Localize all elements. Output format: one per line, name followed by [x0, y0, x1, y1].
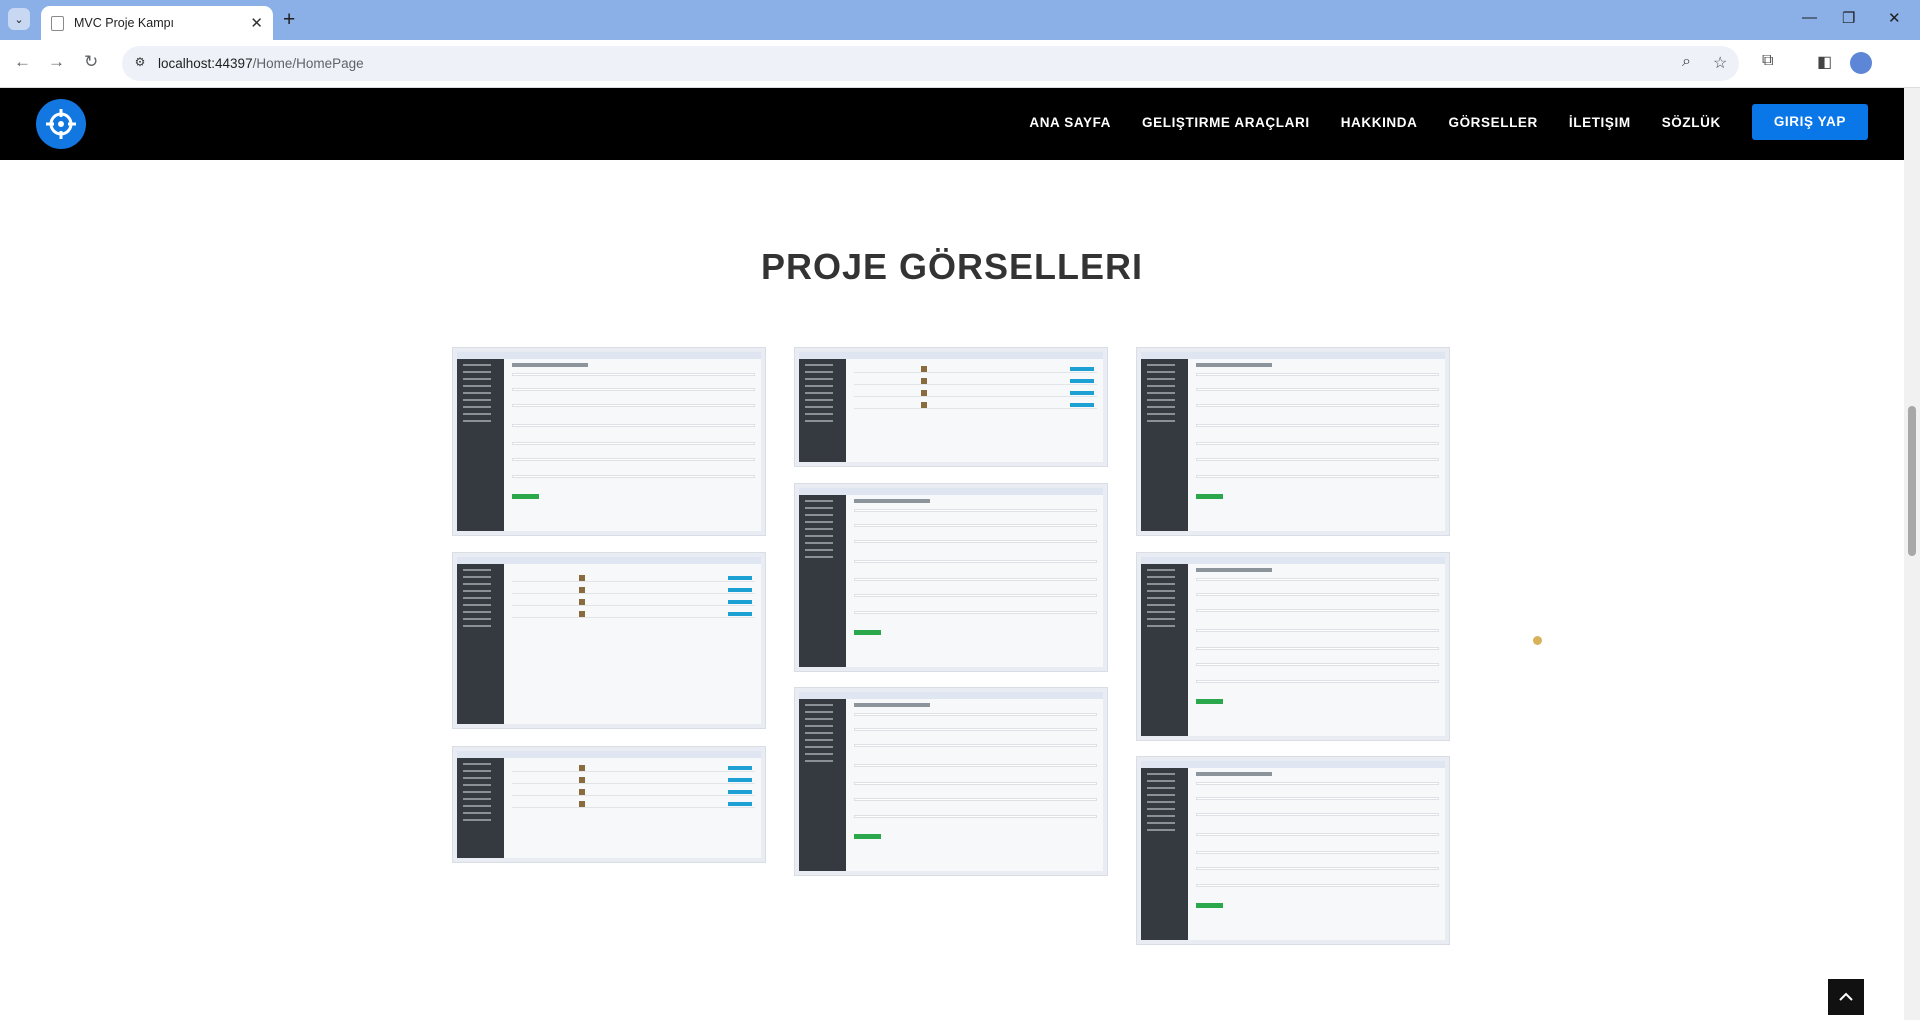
document-icon: [51, 15, 64, 31]
url-host: localhost:44397: [158, 56, 253, 71]
page-title: PROJE GÖRSELLERI: [760, 246, 1144, 287]
minimize-icon[interactable]: —: [1802, 9, 1817, 26]
arrow-up-icon[interactable]: [1828, 979, 1864, 1015]
nav-iletisim[interactable]: İLETIŞIM: [1569, 115, 1631, 130]
nav-gelistirme-araclari[interactable]: GELIŞTIRME ARAÇLARI: [1142, 115, 1310, 130]
gallery-image[interactable]: [1136, 756, 1450, 945]
site-info-icon[interactable]: ⚙: [132, 55, 148, 71]
page-viewport: ANA SAYFA GELIŞTIRME ARAÇLARI HAKKINDA G…: [0, 88, 1904, 1020]
url-field[interactable]: ⚙ localhost:44397/Home/HomePage ⌕ ☆: [122, 46, 1739, 81]
gallery-image[interactable]: [794, 687, 1108, 876]
zoom-icon[interactable]: ⌕: [1682, 53, 1691, 71]
forward-icon[interactable]: →: [48, 52, 65, 72]
extensions-icon[interactable]: ⧉: [1762, 52, 1773, 70]
scrollbar-thumb[interactable]: [1908, 406, 1916, 556]
address-bar: ← → ↻ ⚙ localhost:44397/Home/HomePage ⌕ …: [0, 40, 1920, 88]
gallery-image[interactable]: [794, 347, 1108, 467]
cursor-dot: [1533, 636, 1542, 645]
main-menu: ANA SAYFA GELIŞTIRME ARAÇLARI HAKKINDA G…: [1029, 104, 1868, 140]
chevron-down-icon[interactable]: ⌄: [8, 8, 30, 30]
url-text: localhost:44397/Home/HomePage: [158, 56, 364, 71]
restore-icon[interactable]: ❐: [1842, 9, 1855, 27]
close-icon[interactable]: ✕: [250, 14, 263, 32]
tab-title: MVC Proje Kampı: [74, 16, 175, 30]
url-path: /Home/HomePage: [252, 56, 364, 71]
nav-hakkinda[interactable]: HAKKINDA: [1341, 115, 1418, 130]
nav-ana-sayfa[interactable]: ANA SAYFA: [1029, 115, 1111, 130]
nav-gorseller[interactable]: GÖRSELLER: [1448, 115, 1537, 130]
login-button[interactable]: GIRIŞ YAP: [1751, 104, 1868, 140]
gallery-image[interactable]: [452, 347, 766, 536]
tab-strip: ⌄ MVC Proje Kampı ✕ + — ❐ ✕: [0, 0, 1920, 40]
scrollbar[interactable]: [1904, 88, 1920, 1020]
gallery-image[interactable]: [794, 483, 1108, 672]
avatar[interactable]: [1850, 52, 1872, 74]
close-icon[interactable]: ✕: [1888, 9, 1901, 27]
gallery-image[interactable]: [1136, 347, 1450, 536]
back-icon[interactable]: ←: [14, 52, 31, 72]
gallery-image[interactable]: [452, 746, 766, 863]
plus-icon[interactable]: +: [283, 7, 295, 33]
site-navbar: ANA SAYFA GELIŞTIRME ARAÇLARI HAKKINDA G…: [0, 88, 1904, 160]
crosshair-logo-icon[interactable]: [36, 99, 86, 149]
gallery-image[interactable]: [452, 552, 766, 729]
browser-tab[interactable]: MVC Proje Kampı ✕: [41, 6, 273, 40]
sidepanel-icon[interactable]: ◧: [1817, 52, 1832, 72]
gallery-image[interactable]: [1136, 552, 1450, 741]
reload-icon[interactable]: ↻: [84, 52, 98, 72]
star-icon[interactable]: ☆: [1713, 53, 1727, 73]
nav-sozluk[interactable]: SÖZLÜK: [1662, 115, 1721, 130]
